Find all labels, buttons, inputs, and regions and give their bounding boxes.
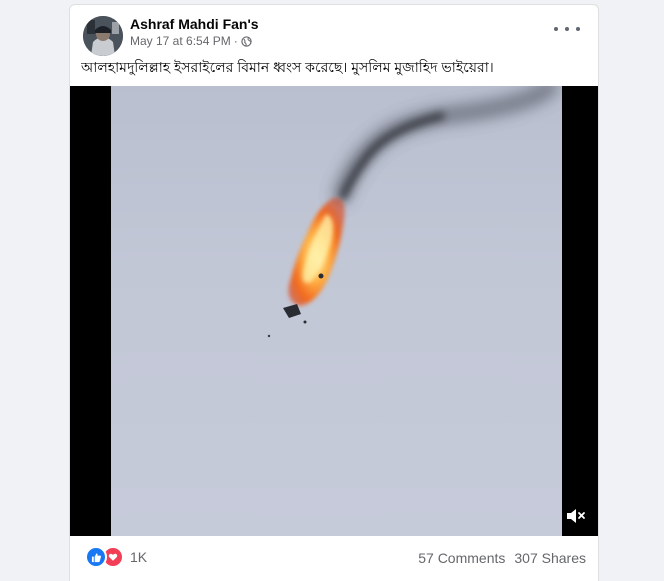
post-meta: May 17 at 6:54 PM · [130,34,252,48]
post-header: Ashraf Mahdi Fan's May 17 at 6:54 PM · [70,5,598,56]
author-name[interactable]: Ashraf Mahdi Fan's [130,16,259,32]
post-timestamp[interactable]: May 17 at 6:54 PM [130,34,231,48]
dot [576,27,580,31]
dot [554,27,558,31]
post-caption: আলহামদুলিল্লাহ ইসরাইলের বিমান ধ্বংস করেছ… [81,59,494,75]
author-avatar[interactable] [83,16,123,56]
post-footer: 1K 57 Comments 307 Shares [70,536,598,581]
globe-icon [241,35,252,47]
more-options-icon[interactable] [554,21,580,37]
speaker-muted-icon[interactable] [564,506,588,526]
burning-aircraft-image [267,86,558,338]
comments-count[interactable]: 57 Comments [418,550,505,566]
video-frame[interactable] [111,86,562,536]
engagement-stats: 57 Comments 307 Shares [418,550,586,566]
dot [565,27,569,31]
shares-count[interactable]: 307 Shares [514,550,586,566]
reactions-summary[interactable]: 1K [85,546,147,568]
post-card: Ashraf Mahdi Fan's May 17 at 6:54 PM · আ… [69,4,599,581]
reaction-count[interactable]: 1K [130,549,147,565]
meta-separator: · [233,34,238,48]
video-player[interactable] [70,86,598,536]
like-icon [85,546,107,568]
